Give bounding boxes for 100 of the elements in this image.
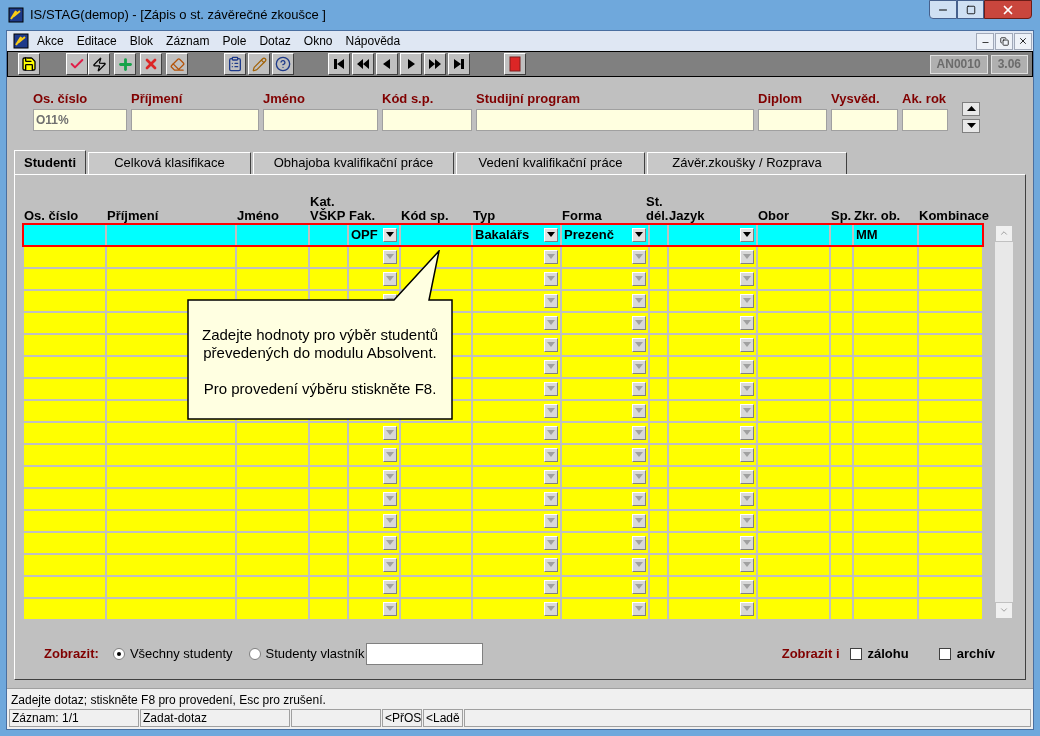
input-field[interactable] (758, 268, 829, 289)
dropdown-field[interactable] (669, 290, 756, 311)
delete-button[interactable] (140, 53, 162, 75)
dropdown-field[interactable] (473, 422, 560, 443)
input-field[interactable] (831, 488, 852, 509)
checkbox-option[interactable]: zálohu (849, 643, 909, 664)
input-field[interactable] (919, 532, 982, 553)
tab[interactable]: Obhajoba kvalifikační práce (253, 151, 454, 174)
input-field[interactable] (758, 400, 829, 421)
input-field[interactable] (650, 554, 667, 575)
input-field[interactable] (107, 356, 187, 377)
input-field[interactable] (453, 378, 471, 399)
dropdown-field[interactable] (562, 532, 648, 553)
input-field[interactable] (107, 378, 187, 399)
input-field[interactable]: MM (854, 224, 917, 245)
input-field[interactable] (107, 576, 235, 597)
input-field[interactable] (650, 268, 667, 289)
input-field[interactable] (401, 532, 471, 553)
dropdown-field[interactable] (562, 466, 648, 487)
dropdown-field[interactable]: OPF (349, 224, 399, 245)
menu-item[interactable]: Záznam (166, 32, 210, 50)
previous-set-button[interactable] (352, 53, 374, 75)
input-field[interactable] (854, 466, 917, 487)
input-field[interactable] (854, 290, 917, 311)
input-field[interactable] (831, 268, 852, 289)
tab[interactable]: Závěr.zkoušky / Rozprava (647, 151, 847, 174)
input-field[interactable] (237, 554, 308, 575)
input-field[interactable] (902, 108, 948, 131)
dropdown-field[interactable] (669, 334, 756, 355)
input-field[interactable] (401, 576, 471, 597)
input-field[interactable] (650, 422, 667, 443)
input-field[interactable] (24, 444, 105, 465)
dropdown-field[interactable] (473, 488, 560, 509)
input-field[interactable] (24, 312, 105, 333)
dropdown-field[interactable] (562, 576, 648, 597)
dropdown-field[interactable] (349, 268, 399, 289)
dropdown-field[interactable] (473, 356, 560, 377)
radio-option[interactable]: Všechny studenty (112, 643, 233, 664)
input-field[interactable] (758, 532, 829, 553)
dropdown-field[interactable] (669, 576, 756, 597)
radio-button[interactable] (112, 647, 125, 660)
checkbox-option[interactable]: archív (938, 643, 995, 664)
minimize-button[interactable] (929, 0, 957, 19)
input-field[interactable] (453, 356, 471, 377)
input-field[interactable] (919, 268, 982, 289)
input-field[interactable] (107, 224, 235, 245)
input-field[interactable] (107, 334, 187, 355)
input-field[interactable] (758, 356, 829, 377)
input-field[interactable] (831, 554, 852, 575)
dropdown-field[interactable] (669, 510, 756, 531)
input-field[interactable] (758, 224, 829, 245)
input-field[interactable] (237, 466, 308, 487)
input-field[interactable] (854, 532, 917, 553)
input-field[interactable] (401, 554, 471, 575)
input-field[interactable] (310, 466, 347, 487)
dropdown-field[interactable] (349, 510, 399, 531)
input-field[interactable] (919, 444, 982, 465)
dropdown-field[interactable] (349, 466, 399, 487)
dropdown-field[interactable] (473, 510, 560, 531)
input-field[interactable] (831, 108, 898, 131)
input-field[interactable] (831, 598, 852, 619)
insert-button[interactable] (114, 53, 136, 75)
input-field[interactable] (919, 466, 982, 487)
dropdown-field[interactable] (669, 422, 756, 443)
input-field[interactable] (107, 510, 235, 531)
input-field[interactable] (310, 246, 347, 267)
input-field[interactable] (831, 444, 852, 465)
input-field[interactable] (758, 312, 829, 333)
input-field[interactable] (107, 312, 187, 333)
input-field[interactable] (758, 444, 829, 465)
input-field[interactable] (919, 488, 982, 509)
input-field[interactable] (401, 224, 471, 245)
input-field[interactable] (237, 422, 308, 443)
input-field[interactable] (650, 400, 667, 421)
scroll-up-button[interactable] (962, 101, 980, 116)
dropdown-field[interactable] (562, 422, 648, 443)
input-field[interactable] (831, 224, 852, 245)
input-field[interactable] (919, 576, 982, 597)
input-field[interactable] (24, 466, 105, 487)
menu-item[interactable]: Nápověda (345, 32, 401, 50)
save-button[interactable] (18, 53, 40, 75)
input-field[interactable] (758, 598, 829, 619)
input-field[interactable] (401, 466, 471, 487)
input-field[interactable] (854, 356, 917, 377)
input-field[interactable] (758, 108, 827, 131)
input-field[interactable] (758, 510, 829, 531)
dropdown-field[interactable] (473, 598, 560, 619)
dropdown-field[interactable] (349, 598, 399, 619)
edit-button[interactable] (248, 53, 270, 75)
input-field[interactable] (758, 554, 829, 575)
dropdown-field[interactable] (562, 246, 648, 267)
input-field[interactable] (758, 576, 829, 597)
input-field[interactable] (854, 268, 917, 289)
input-field[interactable] (854, 598, 917, 619)
input-field[interactable] (263, 108, 378, 131)
dropdown-field[interactable] (669, 598, 756, 619)
input-field[interactable] (919, 400, 982, 421)
input-field[interactable] (650, 488, 667, 509)
input-field[interactable] (24, 378, 105, 399)
clear-button[interactable] (166, 53, 188, 75)
